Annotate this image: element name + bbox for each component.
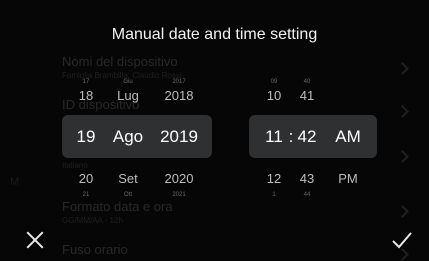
hour-option[interactable]: 12 xyxy=(262,171,286,186)
hour-option[interactable]: 09 xyxy=(262,79,286,85)
check-icon-glyph xyxy=(392,232,412,249)
hour-option[interactable]: 1 xyxy=(262,192,286,198)
hour-option[interactable]: 10 xyxy=(262,88,286,103)
ampm-option[interactable]: PM xyxy=(332,171,364,186)
year-option[interactable]: 2020 xyxy=(159,171,199,186)
day-selected[interactable]: 19 xyxy=(74,127,98,147)
date-time-screen: Nomi del dispositivo Famiglia Brambilla;… xyxy=(0,0,429,261)
month-option[interactable]: Set xyxy=(112,171,144,186)
hour-selected[interactable]: 11 xyxy=(260,127,288,147)
month-option[interactable]: Ott xyxy=(112,192,144,198)
minute-option[interactable]: 40 xyxy=(295,79,319,85)
check-icon[interactable] xyxy=(391,229,413,251)
day-option[interactable]: 17 xyxy=(74,79,98,85)
year-option[interactable]: 2017 xyxy=(159,79,199,85)
day-option[interactable]: 20 xyxy=(74,171,98,186)
year-option[interactable]: 2021 xyxy=(159,192,199,198)
month-option[interactable]: Lug xyxy=(112,88,144,103)
ampm-selected[interactable]: AM xyxy=(330,127,366,147)
day-option[interactable]: 18 xyxy=(74,88,98,103)
day-option[interactable]: 21 xyxy=(74,192,98,198)
month-option[interactable]: Giu xyxy=(112,79,144,85)
dialog-title: Manual date and time setting xyxy=(111,26,318,43)
year-option[interactable]: 2018 xyxy=(159,88,199,103)
close-icon[interactable] xyxy=(24,229,46,251)
year-selected[interactable]: 2019 xyxy=(157,127,201,147)
minute-option[interactable]: 43 xyxy=(295,171,319,186)
minute-option[interactable]: 44 xyxy=(295,192,319,198)
minute-option[interactable]: 41 xyxy=(295,88,319,103)
minute-selected[interactable]: 42 xyxy=(293,127,321,147)
month-selected[interactable]: Ago xyxy=(110,127,146,147)
